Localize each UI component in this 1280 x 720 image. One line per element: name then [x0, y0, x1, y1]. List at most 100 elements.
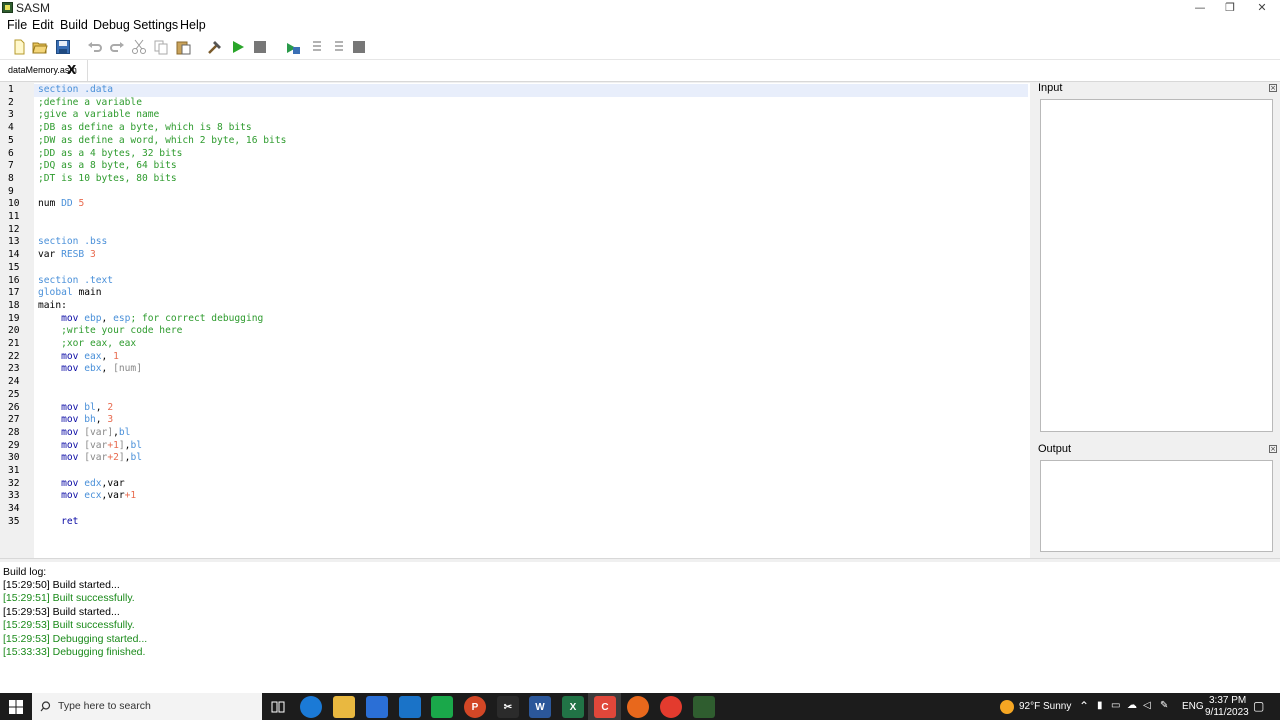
- code-line[interactable]: 16 section .text: [0, 275, 1030, 288]
- code-line[interactable]: 31: [0, 465, 1030, 478]
- microphone-icon[interactable]: ▮: [1097, 700, 1103, 711]
- debug-icon[interactable]: [284, 38, 302, 55]
- volume-icon[interactable]: ◁: [1143, 700, 1151, 711]
- code-line[interactable]: 23 mov ebx, [num]: [0, 363, 1030, 376]
- save-icon[interactable]: [54, 38, 72, 55]
- code-line[interactable]: 6 ;DD as a 4 bytes, 32 bits: [0, 148, 1030, 161]
- copy-icon[interactable]: [152, 38, 170, 55]
- clock-date[interactable]: 9/11/2023: [1205, 707, 1249, 718]
- menu-help[interactable]: Help: [180, 18, 206, 32]
- code-line[interactable]: 28 mov [var],bl: [0, 427, 1030, 440]
- firefox-icon[interactable]: [627, 696, 649, 718]
- run-icon[interactable]: [229, 38, 247, 55]
- code-line[interactable]: 8 ;DT is 10 bytes, 80 bits: [0, 173, 1030, 186]
- weather-text[interactable]: 92°F Sunny: [1019, 701, 1071, 712]
- taskbar-search-box[interactable]: Type here to search: [32, 693, 262, 720]
- clock-time[interactable]: 3:37 PM: [1209, 695, 1246, 706]
- code-line[interactable]: 29 mov [var+1],bl: [0, 440, 1030, 453]
- stop-icon[interactable]: [251, 38, 269, 55]
- code-line[interactable]: 17 global main: [0, 287, 1030, 300]
- output-field[interactable]: [1040, 460, 1273, 552]
- code-line[interactable]: 18 main:: [0, 300, 1030, 313]
- powerpoint-icon[interactable]: P: [464, 696, 486, 718]
- code-line[interactable]: 19 mov ebp, esp; for correct debugging: [0, 313, 1030, 326]
- code-editor[interactable]: 1 section .data 2 ;define a variable 3 ;give …: [0, 83, 1030, 558]
- store-icon[interactable]: [366, 696, 388, 718]
- close-window-button[interactable]: ✕: [1246, 0, 1278, 16]
- code-line[interactable]: 15: [0, 262, 1030, 275]
- open-file-icon[interactable]: [31, 38, 49, 55]
- task-view-icon[interactable]: [267, 696, 289, 718]
- tab-close-icon[interactable]: X: [67, 63, 76, 77]
- code-line[interactable]: 32 mov edx,var: [0, 478, 1030, 491]
- code-line[interactable]: 13 section .bss: [0, 236, 1030, 249]
- input-panel-close-icon[interactable]: ×: [1269, 84, 1277, 92]
- redo-icon[interactable]: [108, 38, 126, 55]
- line-number: 24: [8, 376, 20, 388]
- undo-icon[interactable]: [86, 38, 104, 55]
- code-token: ,var: [101, 477, 125, 489]
- menu-edit[interactable]: Edit: [32, 18, 54, 32]
- code-line[interactable]: 30 mov [var+2],bl: [0, 452, 1030, 465]
- network-icon[interactable]: ▭: [1111, 700, 1120, 711]
- code-line[interactable]: 25: [0, 389, 1030, 402]
- code-line[interactable]: 12: [0, 224, 1030, 237]
- code-line[interactable]: 2 ;define a variable: [0, 97, 1030, 110]
- clion-icon[interactable]: C: [594, 696, 616, 718]
- code-line[interactable]: 11: [0, 211, 1030, 224]
- code-line[interactable]: 33 mov ecx,var+1: [0, 490, 1030, 503]
- code-line[interactable]: 21 ;xor eax, eax: [0, 338, 1030, 351]
- code-line[interactable]: 35 ret: [0, 516, 1030, 529]
- menu-debug[interactable]: Debug: [93, 18, 130, 32]
- code-line[interactable]: 3 ;give a variable name: [0, 109, 1030, 122]
- line-number: 6: [8, 147, 14, 159]
- step-into-icon[interactable]: [308, 38, 326, 55]
- menu-build[interactable]: Build: [60, 18, 88, 32]
- excel-icon[interactable]: X: [562, 696, 584, 718]
- code-line[interactable]: 20 ;write your code here: [0, 325, 1030, 338]
- code-line[interactable]: 7 ;DQ as a 8 byte, 64 bits: [0, 160, 1030, 173]
- code-line[interactable]: 26 mov bl, 2: [0, 402, 1030, 415]
- input-field[interactable]: [1040, 99, 1273, 432]
- pen-icon[interactable]: ✎: [1160, 700, 1168, 711]
- sasm-taskbar-icon[interactable]: [693, 696, 715, 718]
- paste-icon[interactable]: [174, 38, 192, 55]
- file-explorer-icon[interactable]: [333, 696, 355, 718]
- code-line[interactable]: 14 var RESB 3: [0, 249, 1030, 262]
- restore-button[interactable]: ❐: [1214, 0, 1246, 16]
- codeblocks-icon[interactable]: [431, 696, 453, 718]
- snipping-tool-icon[interactable]: ✂: [497, 696, 519, 718]
- code-token: 5: [78, 198, 85, 210]
- edge-icon[interactable]: [300, 696, 322, 718]
- code-line[interactable]: 24: [0, 376, 1030, 389]
- code-line[interactable]: 22 mov eax, 1: [0, 351, 1030, 364]
- build-icon[interactable]: [206, 38, 224, 55]
- code-line[interactable]: 27 mov bh, 3: [0, 414, 1030, 427]
- output-panel-close-icon[interactable]: ×: [1269, 445, 1277, 453]
- cut-icon[interactable]: [130, 38, 148, 55]
- step-over-icon[interactable]: [330, 38, 348, 55]
- menu-settings[interactable]: Settings: [133, 18, 178, 32]
- code-line[interactable]: 1 section .data: [0, 84, 1030, 97]
- code-text: ;DW as define a word, which 2 byte, 16 b…: [38, 135, 286, 148]
- tray-chevron-up-icon[interactable]: ⌃: [1079, 699, 1089, 713]
- windows-start-icon[interactable]: [0, 693, 32, 720]
- minimize-button[interactable]: —: [1184, 0, 1216, 16]
- mail-icon[interactable]: [399, 696, 421, 718]
- code-text: mov ebp, esp; for correct debugging: [38, 313, 263, 326]
- code-line[interactable]: 9: [0, 186, 1030, 199]
- tab-datamemory[interactable]: dataMemory.asm X: [0, 60, 88, 82]
- stop-debug-icon[interactable]: [350, 38, 368, 55]
- notification-icon[interactable]: ▢: [1253, 699, 1264, 713]
- code-line[interactable]: 4 ;DB as define a byte, which is 8 bits: [0, 122, 1030, 135]
- language-indicator[interactable]: ENG: [1182, 701, 1204, 712]
- menu-file[interactable]: File: [7, 18, 27, 32]
- word-icon[interactable]: W: [529, 696, 551, 718]
- code-line[interactable]: 10 num DD 5: [0, 198, 1030, 211]
- code-line[interactable]: 5 ;DW as define a word, which 2 byte, 16 …: [0, 135, 1030, 148]
- chrome-icon[interactable]: [660, 696, 682, 718]
- code-line[interactable]: 34: [0, 503, 1030, 516]
- new-file-icon[interactable]: [10, 38, 28, 55]
- onedrive-cloud-icon[interactable]: ☁: [1127, 700, 1137, 711]
